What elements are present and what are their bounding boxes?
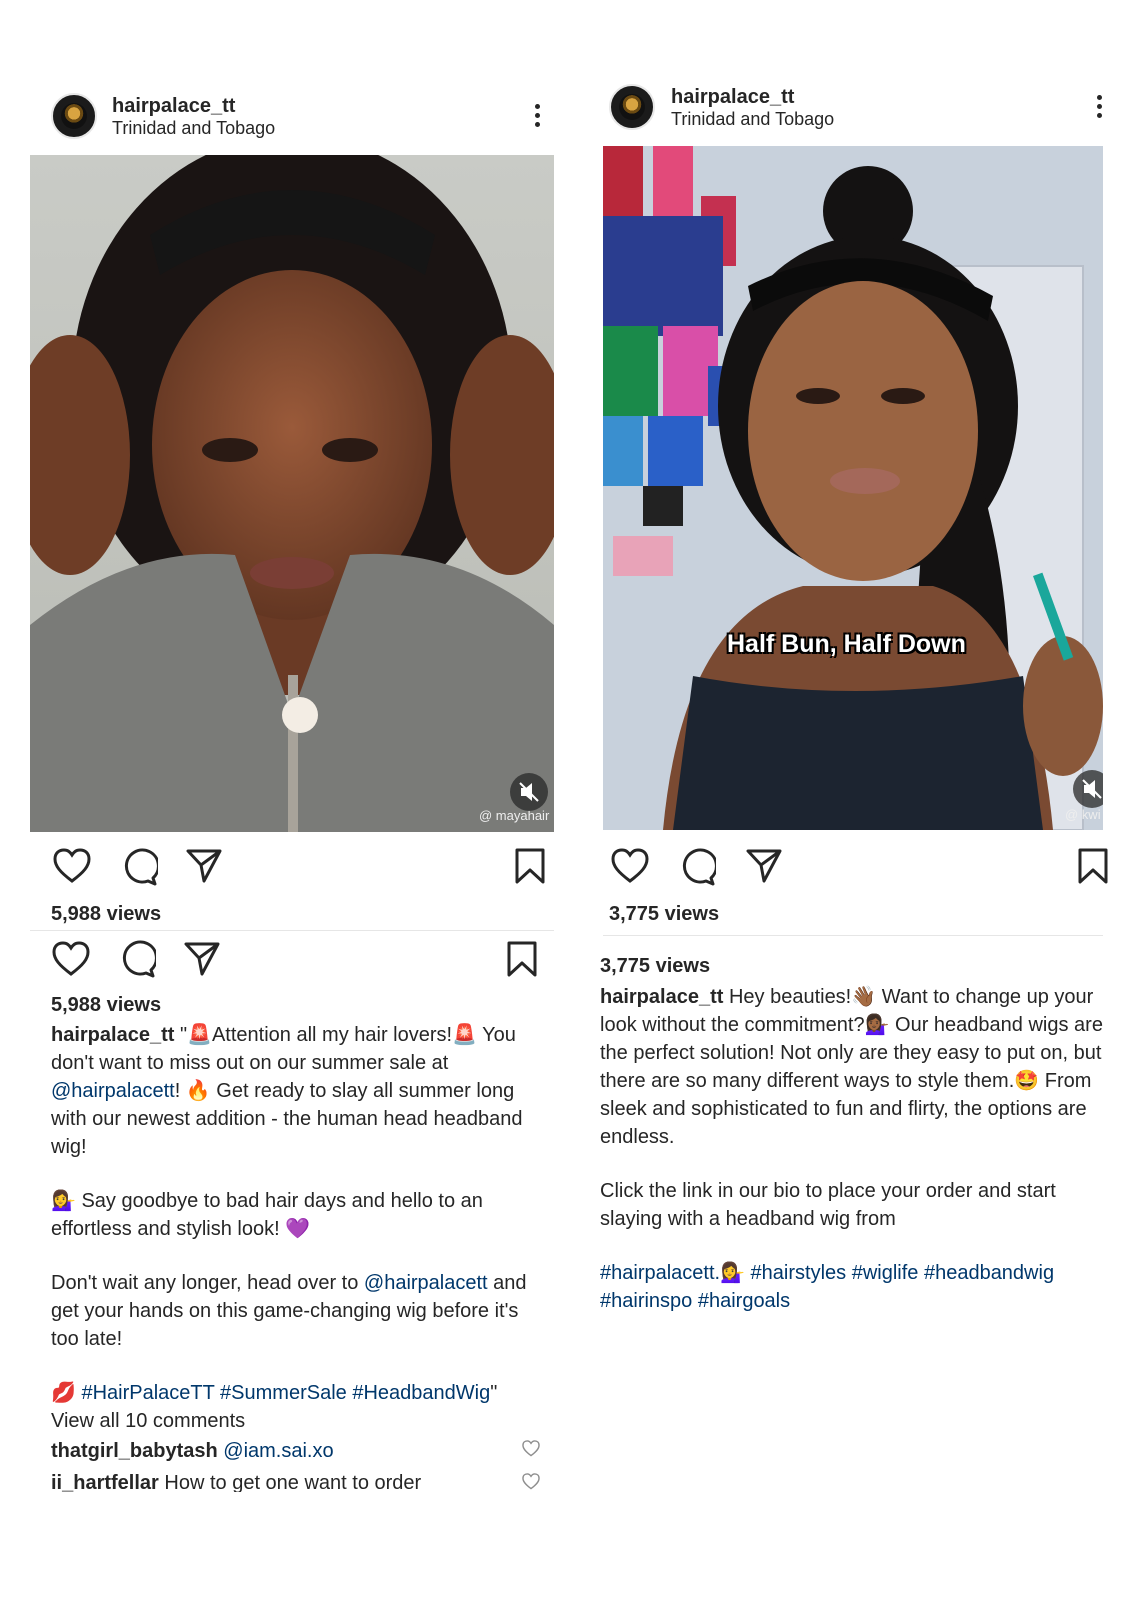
caption-text: Hey beauties! bbox=[723, 986, 852, 1008]
mention-link[interactable]: @hairpalacett bbox=[364, 1272, 488, 1294]
woman-emoji-icon: 💁🏾‍♀️ bbox=[864, 1014, 890, 1036]
views-count: 5,988 views bbox=[51, 903, 162, 925]
comment-icon[interactable] bbox=[118, 940, 158, 983]
bookmark-icon[interactable] bbox=[507, 941, 537, 982]
caption-text: " bbox=[179, 1024, 188, 1046]
woman-emoji-icon: 💁‍♀️ bbox=[51, 1190, 76, 1212]
like-heart-icon[interactable] bbox=[52, 941, 90, 982]
fire-emoji-icon: 🔥 bbox=[185, 1080, 211, 1102]
views-count: 3,775 views bbox=[609, 903, 720, 925]
siren-emoji-icon: 🚨 bbox=[187, 1024, 212, 1046]
views-count: 5,988 views bbox=[51, 994, 162, 1016]
mute-icon[interactable] bbox=[510, 773, 548, 811]
bookmark-icon[interactable] bbox=[515, 848, 545, 889]
caption-text: " bbox=[490, 1382, 498, 1404]
hashtag-link[interactable]: #HairPalaceTT #SummerSale #HeadbandWig bbox=[81, 1382, 490, 1404]
view-all-comments-link[interactable]: View all 10 comments bbox=[51, 1410, 245, 1433]
mention-link[interactable]: @hairpalacett bbox=[51, 1080, 175, 1102]
post-image[interactable]: @ mayahair bbox=[30, 155, 554, 832]
post-location[interactable]: Trinidad and Tobago bbox=[671, 109, 834, 130]
post-location[interactable]: Trinidad and Tobago bbox=[112, 118, 275, 139]
caption-username[interactable]: hairpalace_tt bbox=[600, 986, 723, 1008]
comment-like-heart-icon[interactable] bbox=[522, 1440, 540, 1462]
caption-text: Say goodbye to bad hair days and hello t… bbox=[51, 1190, 483, 1240]
caption-text: Click the link in our bio to place your … bbox=[600, 1180, 1056, 1230]
bookmark-icon[interactable] bbox=[1078, 848, 1108, 889]
avatar[interactable] bbox=[51, 93, 97, 139]
waving-hand-emoji-icon: 👋🏾 bbox=[851, 986, 877, 1008]
post-username[interactable]: hairpalace_tt bbox=[112, 95, 235, 118]
like-heart-icon[interactable] bbox=[53, 848, 91, 889]
like-heart-icon[interactable] bbox=[611, 848, 649, 889]
watermark-text: @ kwi bbox=[1065, 807, 1101, 822]
kiss-emoji-icon: 💋 bbox=[51, 1382, 76, 1404]
mute-icon[interactable] bbox=[1073, 770, 1103, 808]
caption-text: Don't wait any longer, head over to bbox=[51, 1272, 364, 1294]
more-options-icon[interactable] bbox=[535, 104, 541, 131]
more-options-icon[interactable] bbox=[1097, 95, 1103, 122]
share-icon[interactable] bbox=[184, 941, 220, 982]
divider bbox=[30, 930, 554, 931]
caption-text: Attention all my hair lovers! bbox=[211, 1024, 453, 1046]
post-caption: hairpalace_tt Hey beauties!👋🏾 Want to ch… bbox=[600, 983, 1105, 1315]
comment-username[interactable]: thatgirl_babytash bbox=[51, 1440, 218, 1462]
comment-row: thatgirl_babytash @iam.sai.xo bbox=[51, 1440, 334, 1463]
caption-username[interactable]: hairpalace_tt bbox=[51, 1024, 174, 1046]
woman-emoji-icon: 💁‍♀️ bbox=[720, 1262, 745, 1284]
avatar[interactable] bbox=[609, 84, 655, 130]
views-count: 3,775 views bbox=[600, 955, 711, 977]
hashtag-link[interactable]: #hairpalacett. bbox=[600, 1262, 720, 1284]
comment-text: How to get one want to order bbox=[164, 1472, 422, 1492]
post-image[interactable]: Half Bun, Half Down @ kwi bbox=[603, 146, 1103, 830]
divider bbox=[603, 935, 1103, 936]
mention-link[interactable]: @iam.sai.xo bbox=[223, 1440, 333, 1462]
siren-emoji-icon: 🚨 bbox=[452, 1024, 477, 1046]
purple-heart-emoji-icon: 💜 bbox=[285, 1218, 311, 1240]
comment-username[interactable]: ii_hartfellar bbox=[51, 1472, 159, 1492]
star-eyes-emoji-icon: 🤩 bbox=[1014, 1070, 1040, 1092]
comment-icon[interactable] bbox=[120, 848, 160, 891]
share-icon[interactable] bbox=[746, 848, 782, 889]
post-caption: hairpalace_tt "🚨Attention all my hair lo… bbox=[51, 1021, 551, 1407]
caption-text: ! bbox=[174, 1080, 186, 1102]
video-overlay-text: Half Bun, Half Down bbox=[727, 630, 966, 658]
comment-like-heart-icon[interactable] bbox=[522, 1473, 540, 1495]
share-icon[interactable] bbox=[186, 848, 222, 889]
comment-row-clipped: ii_hartfellar How to get one want to ord… bbox=[51, 1470, 491, 1492]
comment-icon[interactable] bbox=[678, 848, 718, 891]
post-username[interactable]: hairpalace_tt bbox=[671, 86, 794, 109]
